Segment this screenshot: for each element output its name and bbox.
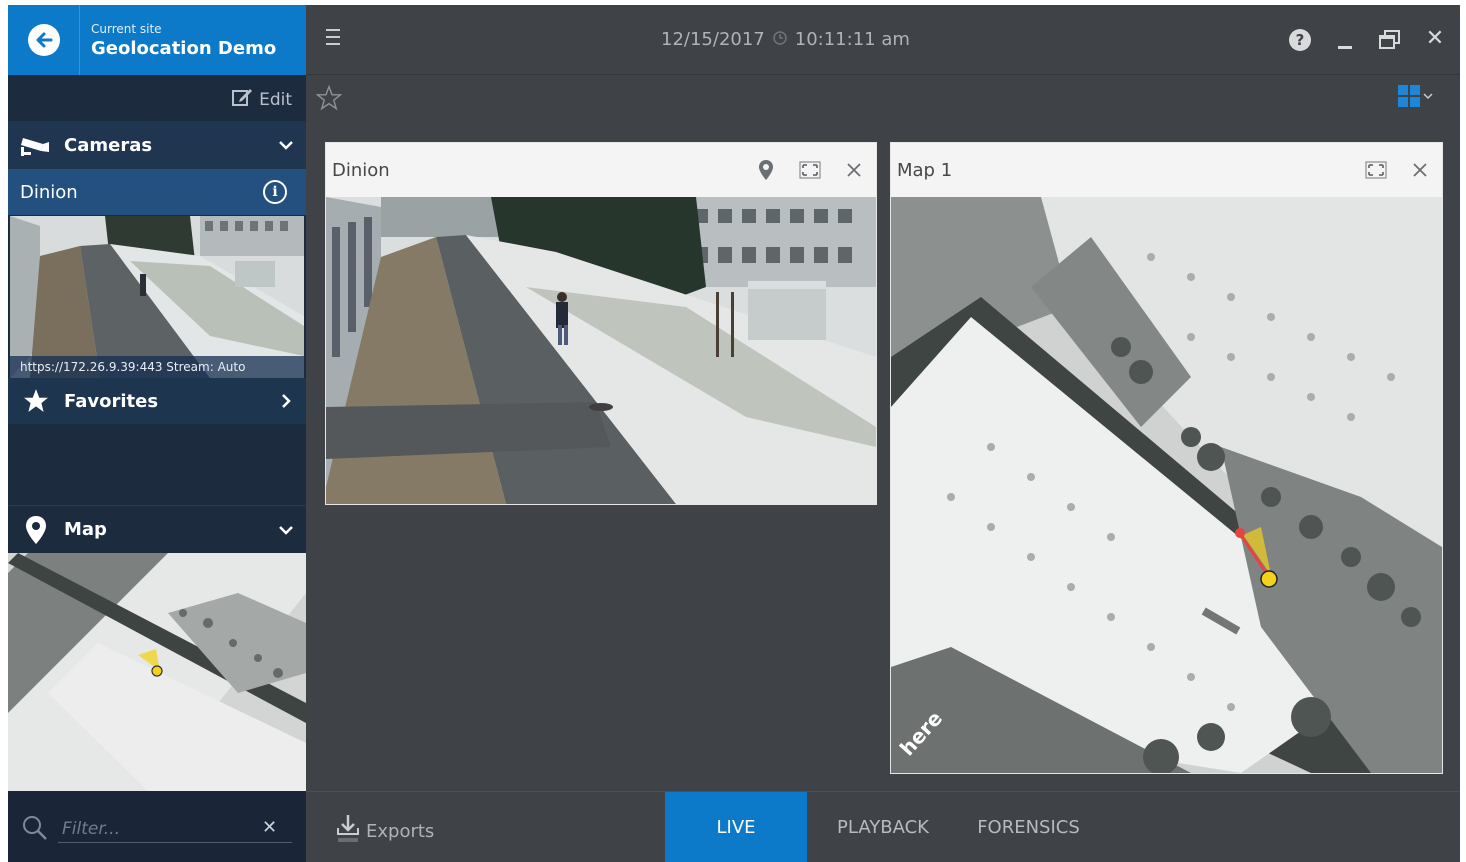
fullscreen-icon [799,161,821,179]
help-button[interactable]: ? [1289,29,1311,51]
satellite-map-image: here [891,197,1442,773]
close-panel-button[interactable] [1398,143,1442,197]
cameras-label: Cameras [64,134,153,156]
cameras-section-header[interactable]: Cameras [8,121,306,169]
map-label: Map [64,519,107,540]
back-button[interactable] [8,5,80,75]
tab-playback[interactable]: PLAYBACK [826,792,940,862]
fullscreen-button[interactable] [788,143,832,197]
download-icon [336,814,360,849]
hamburger-icon[interactable] [326,29,348,51]
close-icon [1413,163,1427,177]
favorites-section-header[interactable]: Favorites [8,378,306,424]
clock-icon [773,29,787,50]
current-site-label: Current site [91,22,162,36]
add-favorite-star-icon[interactable] [315,84,343,115]
info-icon[interactable]: i [263,180,287,204]
map-panel-title: Map 1 [897,159,953,181]
grid-layout-icon[interactable] [1398,85,1433,107]
map-section-header[interactable]: Map [8,505,306,553]
search-icon [22,815,48,845]
map-thumbnail-image [8,553,306,791]
bottom-bar: Exports LIVE PLAYBACK FORENSICS [306,791,1460,862]
chevron-right-icon [266,393,306,409]
clear-filter-icon[interactable]: ✕ [262,817,277,838]
site-name: Geolocation Demo [91,38,277,59]
cctv-icon [8,132,64,158]
time-text: 10:11:11 am [794,29,910,50]
top-bar: 12/15/2017 10:11:11 am ? ✕ [306,5,1460,75]
favorites-content [8,425,306,505]
edit-button[interactable]: Edit [231,87,292,112]
camera-thumbnail[interactable]: https://172.26.9.39:443 Stream: Auto [10,216,304,378]
close-icon [847,163,861,177]
star-icon [8,388,64,414]
site-header: Current site Geolocation Demo [8,5,306,75]
datetime-display: 12/15/2017 10:11:11 am [661,29,910,50]
sidebar: Current site Geolocation Demo Edit Camer… [8,5,306,862]
chevron-down-icon [266,140,306,150]
camera-panel: Dinion [325,142,877,505]
map-panel-header: Map 1 [891,143,1442,197]
chevron-down-icon [266,525,306,535]
filter-input[interactable] [58,815,292,843]
edit-icon [231,87,253,112]
locate-on-map-button[interactable] [744,143,788,197]
close-window-button[interactable]: ✕ [1424,27,1446,51]
fullscreen-icon [1365,161,1387,179]
camera-item-dinion[interactable]: Dinion i [8,169,306,215]
map-pin-icon [8,515,64,545]
date-text: 12/15/2017 [661,29,765,50]
filter-bar: ✕ [8,791,306,862]
restore-window-button[interactable] [1379,30,1401,50]
edit-row: Edit [8,75,306,121]
minimize-button[interactable] [1336,27,1354,53]
edit-label: Edit [259,89,292,110]
camera-video-image [326,197,876,504]
tab-forensics[interactable]: FORENSICS [971,792,1086,862]
app-window: Current site Geolocation Demo Edit Camer… [8,5,1460,862]
camera-stream-caption: https://172.26.9.39:443 Stream: Auto [10,356,304,378]
camera-video-feed[interactable] [326,197,876,504]
camera-item-label: Dinion [20,181,78,203]
camera-panel-title: Dinion [332,159,390,181]
arrow-left-circle-icon [27,24,60,56]
map-view[interactable]: here [891,197,1442,773]
favorites-label: Favorites [64,390,159,412]
map-thumbnail[interactable] [8,553,306,791]
map-pin-icon [759,160,773,180]
camera-panel-header: Dinion [326,143,876,197]
camera-thumbnail-image [10,216,304,378]
exports-label: Exports [366,821,435,842]
fullscreen-button[interactable] [1354,143,1398,197]
map-panel: Map 1 here [890,142,1443,774]
exports-button[interactable]: Exports [336,814,434,849]
tab-live[interactable]: LIVE [665,792,807,862]
chevron-down-icon [1423,93,1433,100]
close-panel-button[interactable] [832,143,876,197]
